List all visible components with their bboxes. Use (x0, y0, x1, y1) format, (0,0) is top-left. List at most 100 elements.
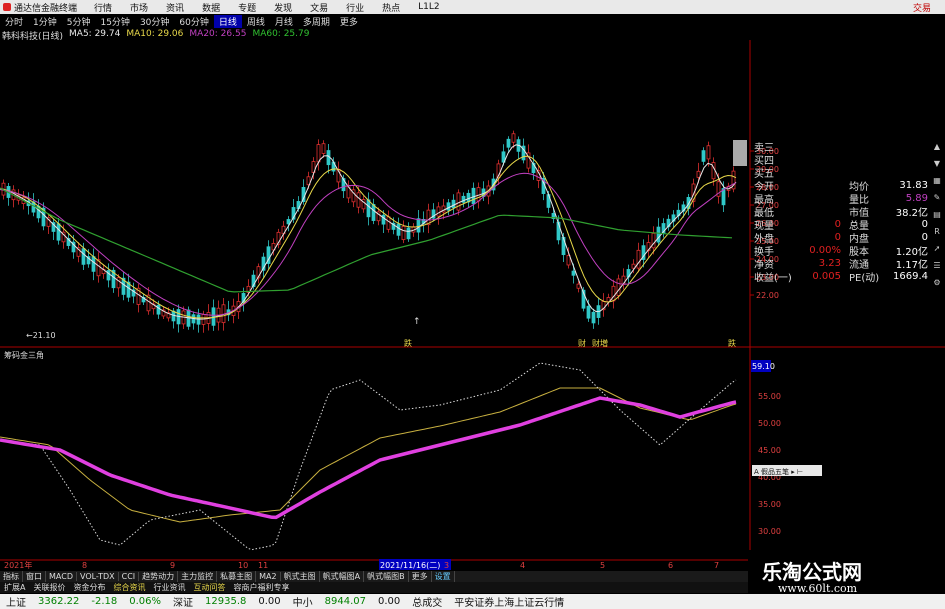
indicator-last-value: 59.10 (752, 362, 775, 371)
period-tab[interactable]: 15分钟 (95, 15, 134, 28)
info-tab[interactable]: 容商户福利专享 (229, 582, 293, 593)
candle-body (701, 150, 706, 162)
date-tick: 7 (714, 561, 719, 570)
price-tick: 22.00 (756, 291, 779, 300)
indicator-tab[interactable]: 帆式主图 (281, 571, 320, 582)
rsi-icon[interactable]: R (934, 225, 940, 239)
indicator-tab[interactable]: 趋势动力 (139, 571, 179, 582)
menu-item[interactable]: 数据 (193, 1, 229, 14)
candle-body (591, 311, 596, 324)
quote-value: 38.2亿 (895, 208, 928, 219)
date-tick: 3 (444, 561, 449, 570)
event-marker[interactable]: 跌 (728, 338, 736, 348)
date-tick: 2021年 (4, 560, 32, 570)
index-sz-change: 0.00 (258, 596, 281, 607)
event-marker[interactable]: 财 (578, 338, 586, 348)
candle-body (511, 133, 516, 143)
pointer-icon[interactable]: ➚ (934, 242, 941, 256)
info-tab[interactable]: 综合资讯 (109, 582, 149, 593)
quote-label: 收益(一) (754, 273, 792, 284)
period-bar: 分时 1分钟 5分钟 15分钟 30分钟 60分钟 日线 周线 月线 多周期 更… (0, 15, 945, 28)
indicator-tab[interactable]: 帆式幅图B (364, 571, 409, 582)
candle-body (56, 223, 61, 241)
grid-icon[interactable]: ▤ (933, 208, 941, 222)
info-tab[interactable]: 关联报价 (29, 582, 69, 593)
candle-body (316, 144, 321, 163)
period-tab[interactable]: 更多 (335, 15, 363, 28)
menu-item[interactable]: 热点 (373, 1, 409, 14)
candle-body (451, 199, 456, 209)
event-marker[interactable]: 财増 (592, 338, 608, 348)
indicator-tab[interactable]: 更多 (409, 571, 432, 582)
menu-item[interactable]: 专题 (229, 1, 265, 14)
menu-item[interactable]: 发现 (265, 1, 301, 14)
info-tab[interactable]: 资金分布 (69, 582, 109, 593)
menu-item[interactable]: 行业 (337, 1, 373, 14)
gear-icon[interactable]: ⚙ (933, 276, 940, 290)
arrow-down-icon[interactable]: ▼ (934, 157, 940, 171)
app-logo-icon (3, 3, 11, 11)
index-zx-change: 0.00 (378, 596, 401, 607)
candle-body (396, 223, 401, 236)
menu-item[interactable]: L1L2 (409, 2, 448, 12)
candle-body (371, 204, 376, 221)
quote-value: 0 (834, 232, 841, 243)
period-tab[interactable]: 多周期 (298, 15, 335, 28)
indicator-tab[interactable]: MACD (46, 572, 77, 581)
window-title: 通达信金融终端 (14, 3, 78, 14)
quote-value: 5.89 (905, 193, 928, 204)
list-icon[interactable]: ☰ (933, 259, 940, 273)
date-tick: 8 (82, 561, 87, 570)
period-tab[interactable]: 30分钟 (135, 15, 174, 28)
period-tab[interactable]: 月线 (270, 15, 298, 28)
candle-body (586, 305, 591, 319)
indicator-tab[interactable]: VOL-TDX (77, 572, 119, 581)
menu-item[interactable]: 资讯 (157, 1, 193, 14)
date-tick: 6 (668, 561, 673, 570)
quote-label: PE(动) (849, 273, 880, 284)
indicator-tab[interactable]: 窗口 (23, 571, 46, 582)
chart-area[interactable]: 30.0029.0028.0027.0026.0025.0024.0023.00… (0, 40, 945, 570)
info-tab[interactable]: 行业资讯 (149, 582, 189, 593)
indicator-tab[interactable]: 帆式幅图A (320, 571, 365, 582)
event-marker[interactable]: 跌 (404, 338, 412, 348)
arrow-up-icon[interactable]: ▲ (934, 140, 940, 154)
watermark-title: 乐淘公式网 (762, 560, 862, 584)
trade-button[interactable]: 交易 (913, 1, 945, 14)
period-tab[interactable]: 1分钟 (28, 15, 62, 28)
period-tab[interactable]: 分时 (0, 15, 28, 28)
period-tab[interactable]: 5分钟 (62, 15, 96, 28)
popup-toolbar-label: A 假品五笔 ▸ ⊢ (754, 467, 803, 476)
chart-icon[interactable]: ▦ (933, 174, 941, 188)
settings-tab[interactable]: 设置 (432, 571, 455, 582)
watermark-url: www.60lt.com (778, 582, 858, 595)
marker-arrow-icon: ↑ (413, 317, 421, 327)
info-tab[interactable]: 扩展A (0, 582, 29, 593)
period-tab-active[interactable]: 日线 (213, 15, 242, 28)
period-tab[interactable]: 周线 (242, 15, 270, 28)
menu-item[interactable]: 市场 (121, 1, 157, 14)
candle-body (446, 202, 451, 211)
index-sh-change: -2.18 (91, 596, 118, 607)
pen-icon[interactable]: ✎ (934, 191, 941, 205)
info-tab[interactable]: 互动问答 (189, 582, 229, 593)
period-tab[interactable]: 60分钟 (174, 15, 213, 28)
index-zx-name[interactable]: 中小 (287, 594, 319, 609)
status-bar: 上证 3362.22 -2.18 0.06% 深证 12935.8 0.00 中… (0, 594, 945, 609)
indicator-tab[interactable]: 指标 (0, 571, 23, 582)
menu-item[interactable]: 文易 (301, 1, 337, 14)
indicator-tab[interactable]: 私募主图 (217, 571, 257, 582)
candle-body (116, 277, 121, 289)
low-price-label: ←21.10 (26, 331, 56, 340)
indicator-tab[interactable]: MA2 (256, 572, 281, 581)
index-sz-name[interactable]: 深证 (167, 594, 199, 609)
indicator-tab[interactable]: 主力监控 (178, 571, 218, 582)
candle-body (576, 283, 581, 289)
indicator-tab[interactable]: CCI (119, 572, 140, 581)
candle-body (636, 249, 641, 269)
date-tick: 2021/11/16(二) (380, 561, 440, 570)
menu-item[interactable]: 行情 (85, 1, 121, 14)
candle-body (456, 192, 461, 211)
right-toolbar: ▲ ▼ ▦ ✎ ▤ R ➚ ☰ ⚙ (929, 140, 945, 580)
index-sh-name[interactable]: 上证 (0, 594, 32, 609)
